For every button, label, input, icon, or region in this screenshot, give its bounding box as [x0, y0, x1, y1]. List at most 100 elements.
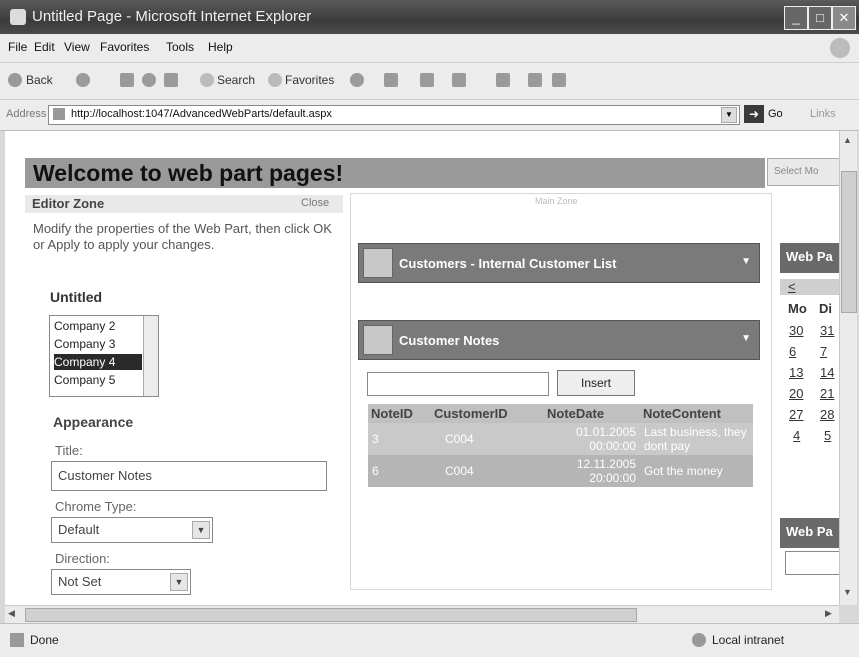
calendar-day[interactable]: 31	[820, 323, 834, 338]
refresh-icon[interactable]	[142, 73, 156, 87]
go-button[interactable]: Go	[768, 108, 783, 120]
close-window-button[interactable]: ✕	[832, 6, 856, 30]
calendar-day[interactable]: 13	[789, 365, 803, 380]
column-header: CustomerID	[431, 404, 544, 423]
list-item[interactable]: Company 2	[54, 318, 142, 334]
listbox-scrollbar[interactable]	[143, 316, 158, 396]
home-icon[interactable]	[164, 73, 178, 87]
table-cell: Got the money	[640, 455, 753, 487]
go-arrow-icon[interactable]: ➜	[744, 105, 764, 123]
day-header: Di	[819, 301, 832, 316]
calendar-day[interactable]: 4	[793, 428, 800, 443]
horizontal-scroll-thumb[interactable]	[25, 608, 637, 622]
calendar-day[interactable]: 21	[820, 386, 834, 401]
table-row: 3 C004 01.01.2005 00:00:00 Last business…	[368, 423, 753, 455]
editor-zone-close-link[interactable]: Close	[301, 197, 329, 209]
prev-month-link[interactable]: <	[788, 279, 796, 294]
menu-edit[interactable]: Edit	[34, 40, 55, 54]
company-listbox[interactable]: Company 2 Company 3 Company 4 Company 5	[49, 315, 159, 397]
scroll-up-icon[interactable]: ▲	[843, 135, 852, 145]
minimize-button[interactable]: _	[784, 6, 808, 30]
calendar-day[interactable]: 7	[820, 344, 827, 359]
page-viewport: Welcome to web part pages! Select Mo Edi…	[5, 131, 839, 605]
verbs-menu-icon[interactable]: ▼	[741, 256, 751, 267]
edit-icon[interactable]	[452, 73, 466, 87]
stop-icon[interactable]	[120, 73, 134, 87]
scroll-left-icon[interactable]: ◀	[8, 608, 15, 619]
address-bar: Address http://localhost:1047/AdvancedWe…	[0, 100, 859, 131]
table-cell: C004	[445, 432, 474, 446]
menu-help[interactable]: Help	[208, 40, 233, 54]
print-icon[interactable]	[420, 73, 434, 87]
main-zone-title: Main Zone	[535, 196, 578, 206]
back-button[interactable]: Back	[26, 73, 53, 87]
list-item[interactable]: Company 3	[54, 336, 142, 352]
vertical-scrollbar[interactable]: ▲ ▼	[839, 131, 857, 605]
chrome-type-select[interactable]: Default ▼	[51, 517, 213, 543]
address-dropdown-icon[interactable]: ▼	[721, 107, 737, 123]
media-icon[interactable]	[350, 73, 364, 87]
menu-favorites[interactable]: Favorites	[100, 40, 149, 54]
search-button[interactable]: Search	[217, 73, 255, 87]
back-arrow-icon	[8, 73, 22, 87]
title-field-value: Customer Notes	[58, 468, 152, 483]
second-part-input[interactable]	[785, 551, 839, 575]
menu-file[interactable]: File	[8, 40, 27, 54]
editor-part-title: Untitled	[50, 289, 103, 305]
calendar-day[interactable]: 30	[789, 323, 803, 338]
calendar-day[interactable]: 14	[820, 365, 834, 380]
table-header-row: NoteID CustomerID NoteDate NoteContent	[368, 404, 753, 423]
table-cell: Last business, they dont pay	[644, 425, 747, 453]
links-button[interactable]: Links	[810, 108, 836, 120]
address-input[interactable]: http://localhost:1047/AdvancedWebParts/d…	[48, 105, 740, 125]
research-icon[interactable]	[528, 73, 542, 87]
favorites-button[interactable]: Favorites	[285, 73, 334, 87]
title-field[interactable]: Customer Notes	[51, 461, 327, 491]
chrome-type-label: Chrome Type:	[55, 499, 137, 514]
direction-value: Not Set	[58, 574, 102, 589]
title-field-label: Title:	[55, 443, 83, 458]
messenger-icon[interactable]	[552, 73, 566, 87]
chevron-down-icon[interactable]: ▼	[192, 521, 210, 539]
customers-part-header: Customers - Internal Customer List ▼	[358, 243, 760, 283]
window-title-bar: Untitled Page - Microsoft Internet Explo…	[0, 0, 859, 34]
calendar-part-header: Web Pa	[780, 243, 839, 273]
list-item-selected[interactable]: Company 4	[54, 354, 142, 370]
calendar-day[interactable]: 6	[789, 344, 796, 359]
table-row: 6 C004 12.11.2005 20:00:00 Got the money	[368, 455, 753, 487]
address-label: Address	[6, 108, 47, 120]
notes-part-title: Customer Notes	[399, 333, 500, 348]
display-mode-select[interactable]: Select Mo	[767, 158, 839, 186]
direction-label: Direction:	[55, 551, 110, 566]
discuss-icon[interactable]	[496, 73, 510, 87]
maximize-button[interactable]: □	[808, 6, 832, 30]
customers-globe-icon	[363, 248, 393, 278]
notes-table: NoteID CustomerID NoteDate NoteContent 3…	[368, 404, 753, 487]
forward-arrow-icon[interactable]	[76, 73, 90, 87]
calendar-day[interactable]: 20	[789, 386, 803, 401]
column-header: NoteContent	[640, 404, 753, 423]
list-item[interactable]: Company 5	[54, 372, 142, 388]
table-cell: 6	[368, 455, 431, 487]
calendar-day[interactable]: 28	[820, 407, 834, 422]
notes-part-header: Customer Notes ▼	[358, 320, 760, 360]
calendar-day[interactable]: 5	[824, 428, 831, 443]
mail-icon[interactable]	[384, 73, 398, 87]
menu-view[interactable]: View	[64, 40, 90, 54]
chrome-type-value: Default	[58, 522, 100, 537]
scroll-right-icon[interactable]: ▶	[825, 608, 832, 619]
calendar-day[interactable]: 27	[789, 407, 803, 422]
vertical-scroll-thumb[interactable]	[841, 171, 857, 313]
insert-button[interactable]: Insert	[557, 370, 635, 396]
window-title: Untitled Page - Microsoft Internet Explo…	[32, 8, 312, 25]
direction-select[interactable]: Not Set ▼	[51, 569, 191, 595]
favorites-star-icon	[268, 73, 282, 87]
verbs-menu-icon[interactable]: ▼	[741, 333, 751, 344]
menu-bar: File Edit View Favorites Tools Help	[0, 34, 859, 63]
note-input[interactable]	[367, 372, 549, 396]
column-header: NoteDate	[544, 404, 640, 423]
scroll-down-icon[interactable]: ▼	[843, 587, 852, 597]
horizontal-scrollbar[interactable]: ◀ ▶	[5, 605, 839, 623]
menu-tools[interactable]: Tools	[166, 40, 194, 54]
chevron-down-icon[interactable]: ▼	[170, 573, 188, 591]
